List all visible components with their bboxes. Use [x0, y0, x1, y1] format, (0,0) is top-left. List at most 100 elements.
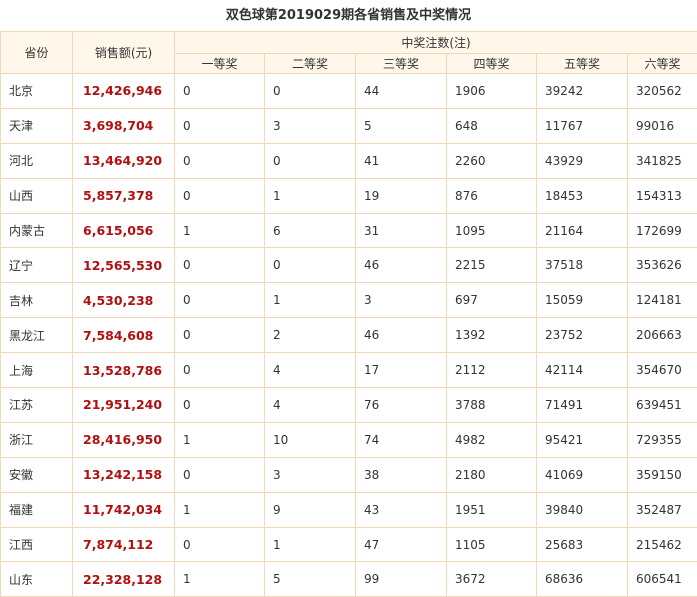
province-header: 省份	[1, 32, 73, 74]
tier-count-cell: 729355	[628, 422, 697, 457]
tier-count-cell: 1	[175, 562, 265, 597]
tier-count-cell: 606541	[628, 562, 697, 597]
tier-count-cell: 1105	[447, 527, 537, 562]
tier-count-cell: 4	[265, 388, 356, 423]
tier-count-cell: 18453	[537, 178, 628, 213]
tier-count-cell: 68636	[537, 562, 628, 597]
province-cell: 山东	[1, 562, 73, 597]
tier-count-cell: 0	[175, 318, 265, 353]
table-body: 北京12,426,9460044190639242320562天津3,698,7…	[1, 74, 697, 597]
tier-count-cell: 1951	[447, 492, 537, 527]
tier-count-cell: 74	[356, 422, 447, 457]
table-row: 黑龙江7,584,6080246139223752206663	[1, 318, 697, 353]
tier-count-cell: 215462	[628, 527, 697, 562]
tier-count-cell: 43	[356, 492, 447, 527]
tier-count-cell: 353626	[628, 248, 697, 283]
tier-count-cell: 43929	[537, 143, 628, 178]
tier-count-cell: 2215	[447, 248, 537, 283]
tier-count-cell: 3672	[447, 562, 537, 597]
sales-cell: 12,565,530	[73, 248, 175, 283]
tier-count-cell: 0	[265, 143, 356, 178]
tier-count-cell: 1392	[447, 318, 537, 353]
tier-count-cell: 648	[447, 108, 537, 143]
table-row: 山东22,328,1281599367268636606541	[1, 562, 697, 597]
tier-count-cell: 2260	[447, 143, 537, 178]
tier-count-cell: 3	[265, 108, 356, 143]
tier-count-cell: 0	[265, 74, 356, 109]
sales-cell: 13,242,158	[73, 457, 175, 492]
tier-count-cell: 1095	[447, 213, 537, 248]
tier-count-cell: 2112	[447, 353, 537, 388]
tier-count-cell: 876	[447, 178, 537, 213]
tier-count-cell: 1	[265, 527, 356, 562]
tier-header: 三等奖	[356, 54, 447, 74]
tier-count-cell: 9	[265, 492, 356, 527]
tier-header: 五等奖	[537, 54, 628, 74]
tier-count-cell: 639451	[628, 388, 697, 423]
tier-count-cell: 31	[356, 213, 447, 248]
province-cell: 河北	[1, 143, 73, 178]
tier-count-cell: 320562	[628, 74, 697, 109]
tier-count-cell: 206663	[628, 318, 697, 353]
table-row: 河北13,464,9200041226043929341825	[1, 143, 697, 178]
sales-cell: 28,416,950	[73, 422, 175, 457]
tier-count-cell: 0	[175, 143, 265, 178]
sales-cell: 11,742,034	[73, 492, 175, 527]
tier-count-cell: 1906	[447, 74, 537, 109]
tier-count-cell: 154313	[628, 178, 697, 213]
tier-header: 一等奖	[175, 54, 265, 74]
tier-count-cell: 39242	[537, 74, 628, 109]
sales-cell: 22,328,128	[73, 562, 175, 597]
winners-header: 中奖注数(注)	[175, 32, 697, 54]
sales-cell: 3,698,704	[73, 108, 175, 143]
tier-count-cell: 0	[265, 248, 356, 283]
tier-count-cell: 5	[265, 562, 356, 597]
province-cell: 内蒙古	[1, 213, 73, 248]
tier-count-cell: 37518	[537, 248, 628, 283]
province-cell: 黑龙江	[1, 318, 73, 353]
province-cell: 浙江	[1, 422, 73, 457]
table-title: 双色球第2019029期各省销售及中奖情况	[0, 0, 697, 31]
tier-count-cell: 95421	[537, 422, 628, 457]
tier-count-cell: 1	[175, 213, 265, 248]
tier-count-cell: 11767	[537, 108, 628, 143]
sales-cell: 4,530,238	[73, 283, 175, 318]
tier-count-cell: 697	[447, 283, 537, 318]
sales-cell: 7,874,112	[73, 527, 175, 562]
tier-count-cell: 0	[175, 108, 265, 143]
header-row-1: 省份 销售额(元) 中奖注数(注)	[1, 32, 697, 54]
tier-count-cell: 341825	[628, 143, 697, 178]
tier-count-cell: 352487	[628, 492, 697, 527]
table-row: 江西7,874,1120147110525683215462	[1, 527, 697, 562]
sales-cell: 6,615,056	[73, 213, 175, 248]
sales-table: 省份 销售额(元) 中奖注数(注) 一等奖 二等奖 三等奖 四等奖 五等奖 六等…	[0, 31, 697, 597]
tier-count-cell: 354670	[628, 353, 697, 388]
table-row: 天津3,698,7040356481176799016	[1, 108, 697, 143]
table-row: 内蒙古6,615,0561631109521164172699	[1, 213, 697, 248]
tier-count-cell: 6	[265, 213, 356, 248]
tier-count-cell: 46	[356, 248, 447, 283]
table-row: 上海13,528,7860417211242114354670	[1, 353, 697, 388]
tier-count-cell: 39840	[537, 492, 628, 527]
tier-count-cell: 38	[356, 457, 447, 492]
tier-count-cell: 4	[265, 353, 356, 388]
tier-count-cell: 359150	[628, 457, 697, 492]
tier-count-cell: 2	[265, 318, 356, 353]
province-cell: 辽宁	[1, 248, 73, 283]
tier-count-cell: 0	[175, 457, 265, 492]
province-cell: 上海	[1, 353, 73, 388]
tier-count-cell: 41069	[537, 457, 628, 492]
tier-count-cell: 25683	[537, 527, 628, 562]
sales-cell: 21,951,240	[73, 388, 175, 423]
tier-count-cell: 15059	[537, 283, 628, 318]
tier-count-cell: 99	[356, 562, 447, 597]
tier-count-cell: 0	[175, 248, 265, 283]
province-cell: 吉林	[1, 283, 73, 318]
province-cell: 福建	[1, 492, 73, 527]
tier-count-cell: 42114	[537, 353, 628, 388]
tier-count-cell: 46	[356, 318, 447, 353]
tier-count-cell: 1	[265, 283, 356, 318]
tier-count-cell: 99016	[628, 108, 697, 143]
province-cell: 江西	[1, 527, 73, 562]
sales-cell: 13,528,786	[73, 353, 175, 388]
